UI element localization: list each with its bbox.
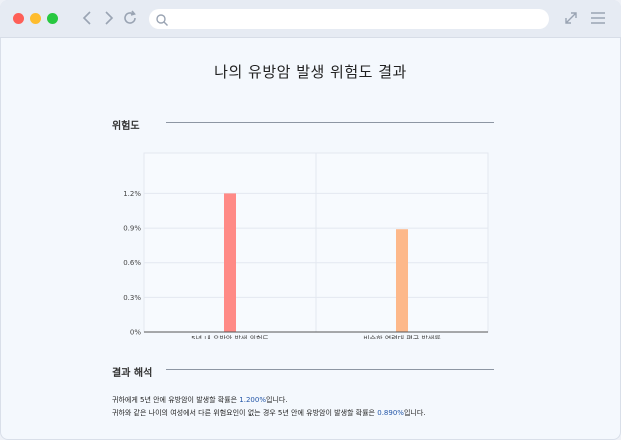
interpretation-section-divider [166,369,494,370]
risk-section-divider [166,122,494,123]
browser-titlebar [0,0,621,38]
interpretation-line-2-suffix: 입니다. [403,409,426,417]
interpretation-line-1-prefix: 귀하에게 5년 안에 유방암이 발생할 확률은 [112,396,240,404]
page-content: 나의 유방암 발생 위험도 결과 위험도 0% 0.3% 0.6% 0.9% 1.2% 5… [0,39,621,440]
reload-icon[interactable] [120,8,140,28]
interpretation-line-1-suffix: 입니다. [266,396,288,404]
page-title: 나의 유방암 발생 위험도 결과 [214,63,407,81]
address-input[interactable] [173,11,543,27]
menu-icon[interactable] [588,8,608,28]
risk-section-heading: 위험도 [112,121,140,132]
interpretation-section-heading: 결과 해석 [112,368,153,379]
minimize-window-button[interactable] [30,13,41,24]
interpretation-line-2-prefix: 귀하와 같은 나이의 여성에서 다른 위험요인이 없는 경우 5년 안에 유방암… [112,409,378,417]
address-bar[interactable] [149,9,549,29]
risk-bar-chart: 0% 0.3% 0.6% 0.9% 1.2% 5년 내 유방암 발생 위험도 비슷한 연령대… [112,149,492,343]
chart-bar [396,229,408,332]
expand-icon[interactable] [561,8,581,28]
interpretation-line-2: 귀하와 같은 나이의 여성에서 다른 위험요인이 없는 경우 5년 안에 유방암… [112,407,512,420]
y-tick-label: 0.6% [123,259,141,267]
interpretation-text: 귀하에게 5년 안에 유방암이 발생할 확률은 1.200%입니다. 귀하와 같… [112,394,512,420]
back-arrow-icon[interactable] [78,8,98,28]
interpretation-line-1: 귀하에게 5년 안에 유방암이 발생할 확률은 1.200%입니다. [112,394,512,407]
x-category-label: 비슷한 연령대 평균 발생률 [363,334,441,339]
browser-window: 나의 유방암 발생 위험도 결과 위험도 0% 0.3% 0.6% 0.9% 1.2% 5… [0,0,621,440]
forward-arrow-icon[interactable] [98,8,118,28]
maximize-window-button[interactable] [47,13,58,24]
chart-bar [224,193,236,332]
chart-svg: 0% 0.3% 0.6% 0.9% 1.2% 5년 내 유방암 발생 위험도 비슷한 연령대… [123,152,489,343]
close-window-button[interactable] [13,13,24,24]
search-icon [155,12,169,26]
average-risk-value: 0.890% [377,409,404,417]
y-tick-label: 0% [130,329,141,337]
y-tick-label: 0.9% [123,225,141,233]
user-risk-value: 1.200% [239,396,266,404]
x-category-label: 5년 내 유방암 발생 위험도 [191,334,269,339]
y-tick-label: 1.2% [123,190,141,198]
y-tick-label: 0.3% [123,294,141,302]
